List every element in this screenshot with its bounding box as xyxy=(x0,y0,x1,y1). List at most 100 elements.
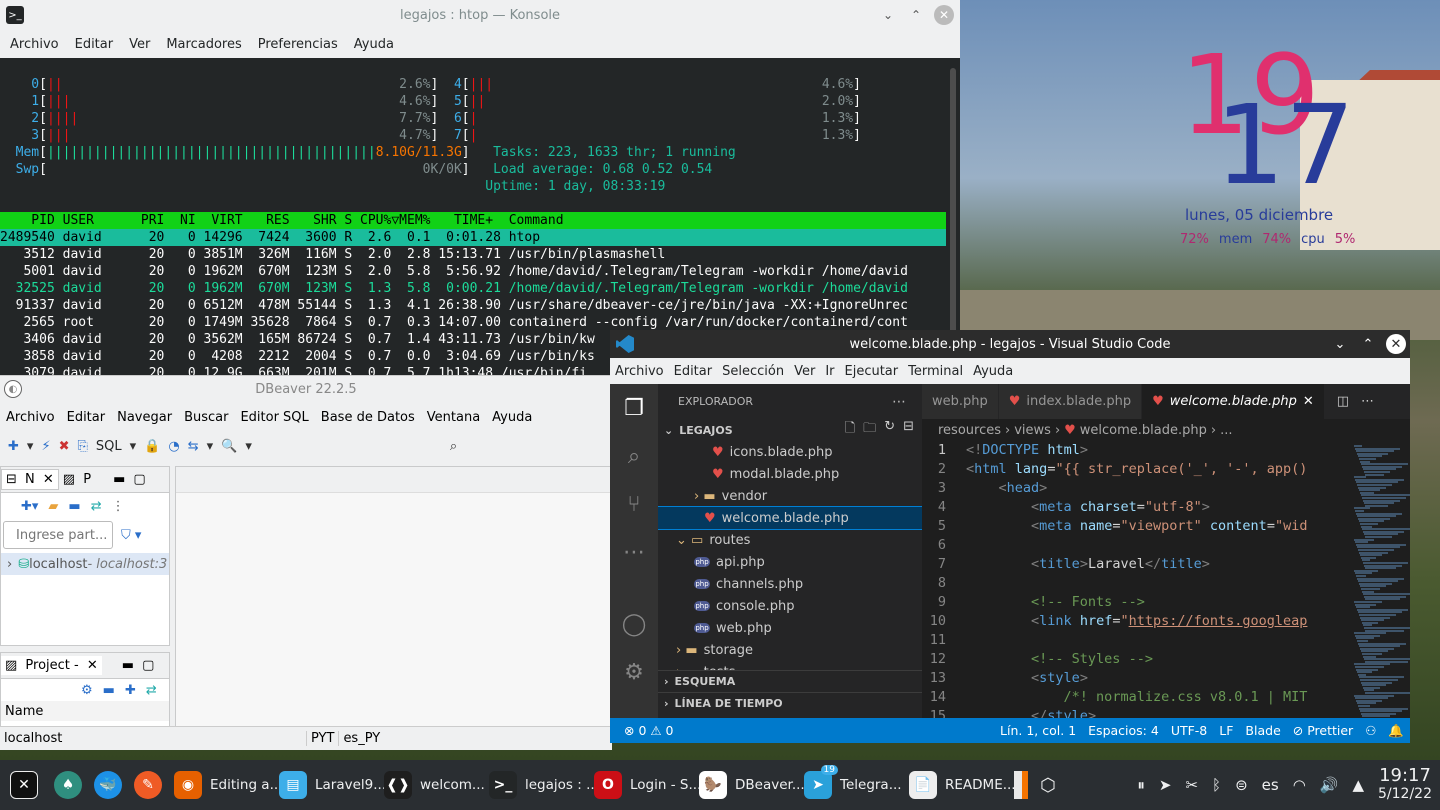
search-icon[interactable]: ⌕ xyxy=(610,432,658,480)
close-icon[interactable]: ✕ xyxy=(934,5,954,25)
chevron-right-icon[interactable]: › xyxy=(1,557,18,572)
code-line[interactable]: 3 <head> xyxy=(922,479,1350,498)
minimap[interactable] xyxy=(1350,441,1410,743)
close-icon[interactable]: ✕ xyxy=(1386,334,1406,354)
chevron-down-icon[interactable]: ▾ xyxy=(207,439,214,454)
menu-item[interactable]: Editor SQL xyxy=(234,410,314,425)
wifi-icon[interactable]: ◠ xyxy=(1293,776,1306,794)
scissors-icon[interactable]: ✂ xyxy=(1185,776,1198,794)
link-icon[interactable]: ⇄ xyxy=(146,683,157,698)
bell-icon[interactable]: 🔔 xyxy=(1382,723,1410,739)
chevron-down-icon[interactable]: ▾ xyxy=(27,439,34,454)
menu-item[interactable]: Selección xyxy=(717,364,789,379)
chevron-down-icon[interactable]: ▾ xyxy=(245,439,252,454)
tree-item[interactable]: ♥ modal.blade.php xyxy=(658,463,922,485)
taskbar-cube-app[interactable]: ⬡ xyxy=(1034,760,1062,810)
tab-web-php[interactable]: web.php xyxy=(922,384,999,419)
launcher-postman[interactable]: ✎ xyxy=(128,760,168,810)
menu-item[interactable]: Navegar xyxy=(111,410,178,425)
dbeaver-window[interactable]: ◐ DBeaver 22.2.5 Archivo Editar Navegar Bus… xyxy=(0,375,612,750)
refresh-icon[interactable]: ↻ xyxy=(884,419,895,441)
taskbar-clock[interactable]: 19:17 5/12/22 xyxy=(1378,766,1432,804)
menu-item[interactable]: Terminal xyxy=(903,364,968,379)
breadcrumb-item[interactable]: ... xyxy=(1220,423,1232,438)
process-row[interactable]: 32525 david 20 0 1962M 670M 123M S 1.3 5… xyxy=(0,280,946,297)
gear-icon[interactable]: ⚙ xyxy=(610,648,658,696)
code-editor[interactable]: 1 <!DOCTYPE html> 2 <html lang="{{ str_repl… xyxy=(922,441,1350,718)
code-line[interactable]: 8 xyxy=(922,574,1350,593)
tree-item[interactable]: ♥ welcome.blade.php xyxy=(658,506,922,530)
code-line[interactable]: 14 /*! normalize.css v8.0.1 | MIT xyxy=(922,688,1350,707)
code-line[interactable]: 10 <link href="https://fonts.googleap xyxy=(922,612,1350,631)
menu-item[interactable]: Ver xyxy=(121,37,158,52)
vscode-window[interactable]: welcome.blade.php - legajos - Visual Stu… xyxy=(610,330,1410,743)
collapse-icon[interactable]: ▬ xyxy=(103,683,115,698)
network-icon[interactable]: ⊜ xyxy=(1235,776,1248,794)
code-line[interactable]: 7 <title>Laravel</title> xyxy=(922,555,1350,574)
collapse-all-icon[interactable]: ⊟ xyxy=(903,419,914,441)
menu-item[interactable]: Ventana xyxy=(421,410,486,425)
vscode-titlebar[interactable]: welcome.blade.php - legajos - Visual Stu… xyxy=(610,330,1410,358)
menu-item[interactable]: Ayuda xyxy=(968,364,1018,379)
taskbar-app[interactable]: ❰❱ welcom... xyxy=(378,760,485,810)
maximize-icon[interactable]: ⌃ xyxy=(1358,334,1378,354)
tree-item[interactable]: › ▬ storage xyxy=(658,639,922,661)
menu-item[interactable]: Ver xyxy=(789,364,820,379)
dashboard-icon[interactable]: ◔ xyxy=(168,439,179,454)
code-line[interactable]: 5 <meta name="viewport" content="wid xyxy=(922,517,1350,536)
taskbar-app[interactable]: O Login - S... xyxy=(588,760,701,810)
taskbar-app[interactable]: ▤ Laravel9... xyxy=(273,760,386,810)
gear-icon[interactable]: ⚙ xyxy=(81,683,93,698)
process-row[interactable]: 2489540 david 20 0 14296 7424 3600 R 2.6… xyxy=(0,229,946,246)
feedback-icon[interactable]: ⚇ xyxy=(1359,723,1382,738)
tab-navigator[interactable]: ⊟ N ✕ xyxy=(1,469,59,490)
expand-icon[interactable]: ✚ xyxy=(125,683,136,698)
keyboard-layout[interactable]: es xyxy=(1262,776,1279,794)
launcher-kde-connect[interactable]: ♠ xyxy=(48,760,88,810)
lock-icon[interactable]: 🔒 xyxy=(144,439,160,454)
menu-item[interactable]: Editar xyxy=(61,410,112,425)
htop-terminal[interactable]: 0[|| 2.6%] 4[||| 4.6%] 1[||| 4.6%] 5[|| xyxy=(0,58,946,375)
maximize-icon[interactable]: ⌃ xyxy=(906,5,926,25)
konsole-window[interactable]: >_ legajos : htop — Konsole ⌄ ⌃ ✕ Archiv… xyxy=(0,0,960,375)
tree-item[interactable]: ⌄ ▭ routes xyxy=(658,529,922,551)
connect-icon[interactable]: ⚡ xyxy=(41,439,50,454)
menu-icon[interactable]: ⋮ xyxy=(112,499,125,514)
name-column-header[interactable]: Name xyxy=(1,701,169,721)
folder-icon[interactable]: ▰ xyxy=(48,499,58,514)
tree-item[interactable]: php web.php xyxy=(658,617,922,639)
indentation[interactable]: Espacios: 4 xyxy=(1082,723,1165,738)
taskbar-app[interactable]: ◉ Editing a... xyxy=(168,760,282,810)
breadcrumb-item[interactable]: welcome.blade.php xyxy=(1080,423,1207,438)
cursor-position[interactable]: Lín. 1, col. 1 xyxy=(994,723,1082,738)
tree-item[interactable]: php api.php xyxy=(658,551,922,573)
source-control-icon[interactable]: ⑂ xyxy=(610,480,658,528)
menu-item[interactable]: Ayuda xyxy=(346,37,402,52)
tab-welcome-blade[interactable]: ♥ welcome.blade.php ✕ xyxy=(1142,384,1325,419)
new-folder-icon[interactable]: 🗀 xyxy=(863,419,876,441)
new-file-icon[interactable]: 🗋 xyxy=(845,419,855,441)
global-search-icon[interactable]: ⌕ xyxy=(450,439,457,454)
tray-expand-icon[interactable]: ▲ xyxy=(1352,776,1364,794)
minimize-panel-icon[interactable]: ▬ xyxy=(118,658,138,673)
code-line[interactable]: 6 xyxy=(922,536,1350,555)
breadcrumb-item[interactable]: views xyxy=(1014,423,1051,438)
bluetooth-icon[interactable]: ᛒ xyxy=(1212,776,1221,794)
link-icon[interactable]: ⇄ xyxy=(91,499,102,514)
tab-project[interactable]: ▨ Project - ✕ xyxy=(1,656,102,675)
sql-editor-icon[interactable]: ⎘ xyxy=(77,439,87,454)
tab-projects[interactable]: ▨ P xyxy=(59,472,99,487)
menu-item[interactable]: Marcadores xyxy=(158,37,249,52)
process-row[interactable]: 2565 root 20 0 1749M 35628 7864 S 0.7 0.… xyxy=(0,314,946,331)
menu-item[interactable]: Ejecutar xyxy=(840,364,904,379)
menu-item[interactable]: Buscar xyxy=(178,410,234,425)
taskbar-app[interactable]: ➤ 19 Telegra... xyxy=(798,760,903,810)
menu-item[interactable]: Editar xyxy=(67,37,122,52)
encoding[interactable]: UTF-8 xyxy=(1165,723,1213,738)
filter-icon[interactable]: ⛉ ▾ xyxy=(121,528,141,543)
tree-item[interactable]: › ▬ vendor xyxy=(658,485,922,507)
more-icon[interactable]: ⋯ xyxy=(892,394,906,410)
add-connection-icon[interactable]: ✚▾ xyxy=(21,499,38,514)
taskbar-app[interactable]: 📄 README... xyxy=(903,760,1016,810)
explorer-icon[interactable]: ❐ xyxy=(610,384,658,432)
